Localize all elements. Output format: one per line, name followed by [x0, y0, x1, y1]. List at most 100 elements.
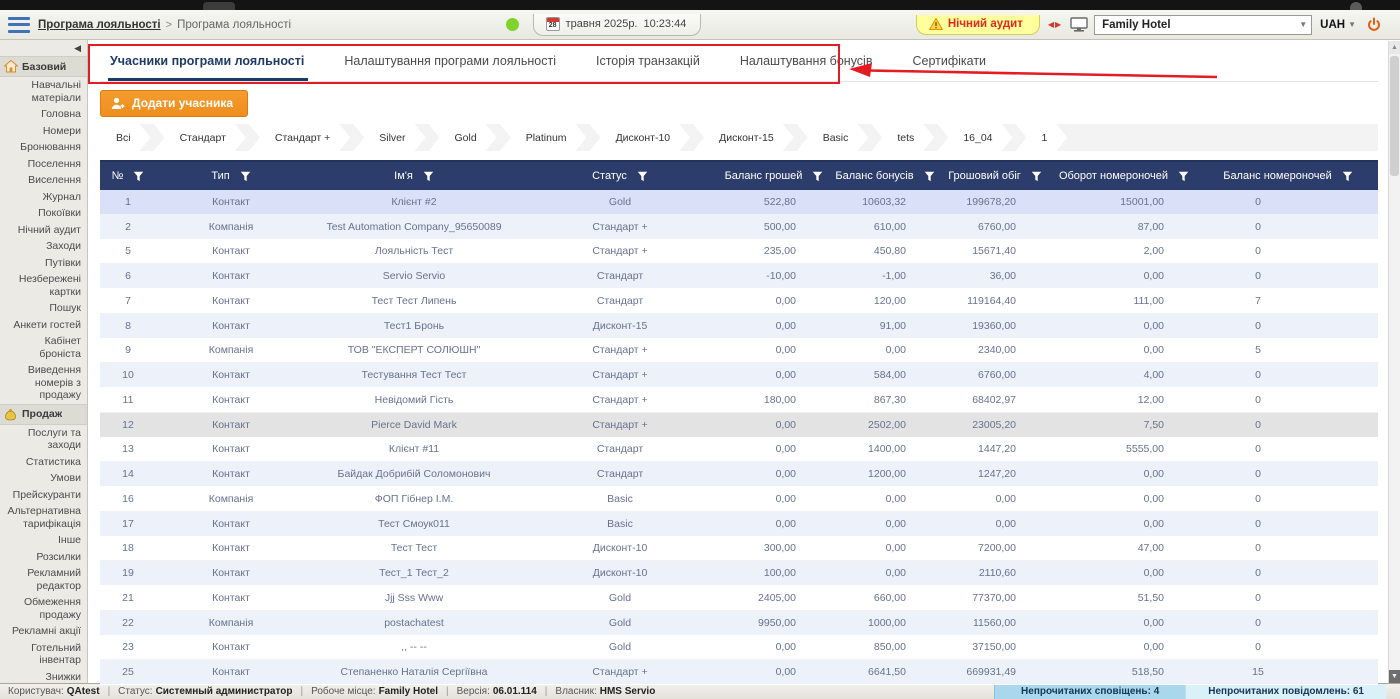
power-icon[interactable] [1366, 17, 1382, 33]
scrollbar-thumb[interactable] [1390, 56, 1399, 176]
table-row[interactable]: 22КомпаніяpostachatestGold9950,001000,00… [100, 611, 1378, 636]
status-filter-chip[interactable]: tets [871, 124, 934, 151]
sidebar-item[interactable]: Заходи [0, 238, 87, 255]
sidebar-item[interactable]: Готельний інвентар [0, 640, 87, 669]
scroll-down-icon[interactable]: ▼ [1389, 670, 1400, 683]
workstation-icon[interactable] [1070, 17, 1088, 33]
sidebar-item[interactable]: Альтернативна тарифікація [0, 503, 87, 532]
status-filter-chip[interactable]: Basic [797, 124, 869, 151]
status-label: Версія: [457, 686, 490, 697]
tab[interactable]: Сертифікати [902, 40, 1016, 81]
tab[interactable]: Історія транзакцій [586, 40, 730, 81]
unread-notifications-badge[interactable]: Непрочитаних сповіщень: 4 [994, 684, 1185, 699]
tab[interactable]: Налаштування програми лояльності [334, 40, 586, 81]
table-row[interactable]: 7КонтактТест Тест ЛипеньСтандарт0,00120,… [100, 289, 1378, 314]
status-filter-chip[interactable]: Silver [353, 124, 425, 151]
swap-arrows-icon[interactable]: ◀▶ [1048, 20, 1062, 29]
add-member-button[interactable]: Додати учасника [100, 90, 248, 117]
hotel-select[interactable]: Family Hotel ▼ [1094, 15, 1312, 35]
sidebar-item[interactable]: Нічний аудит [0, 222, 87, 239]
table-row[interactable]: 17КонтактТест Смоук011Basic0,000,000,000… [100, 512, 1378, 537]
filter-icon[interactable] [133, 171, 144, 182]
sidebar-item[interactable]: Навчальні матеріали [0, 77, 87, 106]
status-filter-chip[interactable]: Gold [429, 124, 497, 151]
sidebar-item[interactable]: Покоївки [0, 205, 87, 222]
filter-icon[interactable] [637, 171, 648, 182]
sidebar-item[interactable]: Рекламні акції [0, 623, 87, 640]
status-filter-chip[interactable]: Platinum [500, 124, 587, 151]
unread-messages-badge[interactable]: Непрочитаних повідомлень: 61 [1185, 684, 1386, 699]
vertical-scrollbar[interactable]: ▲ ▼ [1388, 41, 1400, 683]
sidebar-item[interactable]: Знижки [0, 669, 87, 684]
tab[interactable]: Учасники програми лояльності [100, 40, 334, 81]
status-filter-chip[interactable]: Дисконт-15 [693, 124, 794, 151]
sidebar-item[interactable]: Кабінет броніста [0, 333, 87, 362]
cell: Gold [522, 592, 718, 604]
table-row[interactable]: 25КонтактСтепаненко Наталія СергіївнаСта… [100, 660, 1378, 685]
sidebar-item[interactable]: Пошук [0, 300, 87, 317]
sidebar-section-header[interactable]: Базовий [0, 56, 87, 77]
sidebar-item[interactable]: Номери [0, 123, 87, 140]
sidebar-item[interactable]: Обмеження продажу [0, 594, 87, 623]
table-row[interactable]: 2КомпаніяTest Automation Company_9565008… [100, 215, 1378, 240]
table-row[interactable]: 5КонтактЛояльність ТестСтандарт +235,004… [100, 240, 1378, 265]
table-row[interactable]: 14КонтактБайдак Добрибій СоломоновичСтан… [100, 462, 1378, 487]
table-row[interactable]: 18КонтактТест ТестДисконт-10300,000,0072… [100, 537, 1378, 562]
sidebar-item[interactable]: Рекламний редактор [0, 565, 87, 594]
status-filter-chip[interactable]: Стандарт [154, 124, 246, 151]
table-row[interactable]: 16КомпаніяФОП Гібнер І.М.Basic0,000,000,… [100, 487, 1378, 512]
status-filter-chip[interactable]: 1 [1016, 124, 1068, 151]
currency-select[interactable]: UAH ▼ [1320, 19, 1356, 31]
table-row[interactable]: 13КонтактКлієнт #11Стандарт0,001400,0014… [100, 438, 1378, 463]
sidebar-item[interactable]: Інше [0, 532, 87, 549]
breadcrumb-root[interactable]: Програма лояльності [38, 19, 161, 31]
table-row[interactable]: 6КонтактServio ServioСтандарт-10,00-1,00… [100, 264, 1378, 289]
status-filter-chip[interactable]: Дисконт-10 [590, 124, 691, 151]
menu-icon[interactable] [8, 17, 30, 33]
table-row[interactable]: 1КонтактКлієнт #2Gold522,8010603,3219967… [100, 190, 1378, 215]
sidebar-item[interactable]: Бронювання [0, 139, 87, 156]
date-widget[interactable]: 28 травня 2025р. 10:23:44 [533, 14, 702, 36]
sidebar-item[interactable]: Незбережені картки [0, 271, 87, 300]
table-row[interactable]: 12КонтактPierce David MarkСтандарт +0,00… [100, 413, 1378, 438]
table-row[interactable]: 23Контакт,, -- --Gold0,00850,0037150,000… [100, 636, 1378, 661]
filter-icon[interactable] [1342, 171, 1353, 182]
status-filter-chip[interactable]: 16_04 [937, 124, 1012, 151]
sidebar-collapse-icon[interactable]: ◀ [0, 40, 87, 56]
table-row[interactable]: 19КонтактТест_1 Тест_2Дисконт-10100,000,… [100, 561, 1378, 586]
scroll-up-icon[interactable]: ▲ [1389, 41, 1400, 54]
status-filter-chip[interactable]: Стандарт + [249, 124, 350, 151]
sidebar-item[interactable]: Головна [0, 106, 87, 123]
table-row[interactable]: 9КомпаніяТОВ "ЕКСПЕРТ СОЛЮШН"Стандарт +0… [100, 339, 1378, 364]
sidebar-item[interactable]: Розсилки [0, 549, 87, 566]
sidebar-item[interactable]: Статистика [0, 454, 87, 471]
table-row[interactable]: 8КонтактТест1 БроньДисконт-150,0091,0019… [100, 314, 1378, 339]
filter-icon[interactable] [423, 171, 434, 182]
sidebar-item[interactable]: Виведення номерів з продажу [0, 362, 87, 404]
tab[interactable]: Налаштування бонусів [730, 40, 903, 81]
chat-balloon-icon[interactable] [506, 18, 519, 31]
night-audit-badge[interactable]: Нічний аудит [916, 15, 1040, 35]
table-row[interactable]: 21КонтактJjj Sss WwwGold2405,00660,00773… [100, 586, 1378, 611]
table-row[interactable]: 10КонтактТестування Тест ТестСтандарт +0… [100, 363, 1378, 388]
sidebar-item[interactable]: Анкети гостей [0, 317, 87, 334]
sidebar-item[interactable]: Послуги та заходи [0, 425, 87, 454]
sidebar-item[interactable]: Журнал [0, 189, 87, 206]
sidebar-section-header[interactable]: Продаж [0, 404, 87, 425]
status-filter-chip[interactable]: Всі [100, 124, 151, 151]
cell: 0,00 [830, 493, 940, 505]
filter-icon[interactable] [924, 171, 935, 182]
status-bar: Користувач:QAtest|Статус:Системный админ… [0, 683, 1400, 699]
sidebar-item[interactable]: Путівки [0, 255, 87, 272]
sidebar-item[interactable]: Виселення [0, 172, 87, 189]
cell: 10603,32 [830, 196, 940, 208]
browser-tab-shape [203, 2, 235, 10]
sidebar-item[interactable]: Умови [0, 470, 87, 487]
sidebar-item[interactable]: Прейскуранти [0, 487, 87, 504]
sidebar-item[interactable]: Поселення [0, 156, 87, 173]
table-row[interactable]: 11КонтактНевідомий ГістьСтандарт +180,00… [100, 388, 1378, 413]
filter-icon[interactable] [1178, 171, 1189, 182]
filter-icon[interactable] [240, 171, 251, 182]
filter-icon[interactable] [1031, 171, 1042, 182]
filter-icon[interactable] [812, 171, 823, 182]
